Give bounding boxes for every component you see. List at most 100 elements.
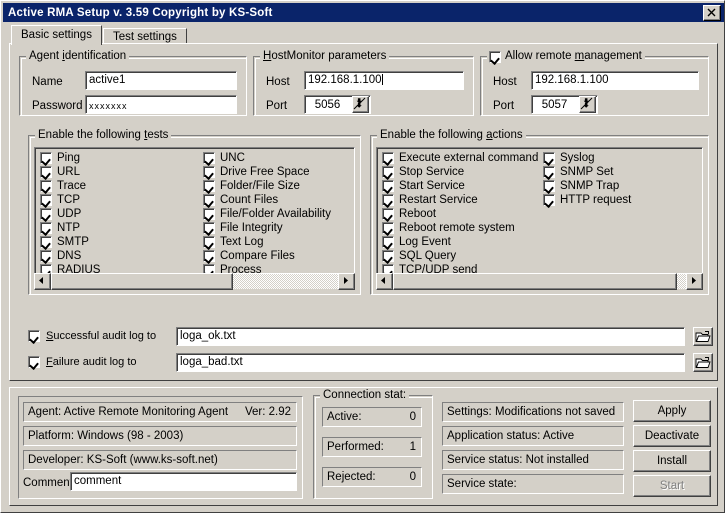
action-checkbox[interactable] — [382, 166, 394, 178]
test-item[interactable]: Text Log — [203, 235, 331, 249]
test-checkbox[interactable] — [40, 166, 52, 178]
rm-host-input[interactable]: 192.168.1.100 — [531, 71, 699, 90]
test-checkbox[interactable] — [203, 208, 215, 220]
test-item[interactable]: Ping — [40, 151, 100, 165]
actions-listbox[interactable]: Execute external command Stop Service Star… — [376, 147, 703, 274]
install-button[interactable]: Install — [633, 450, 711, 472]
test-checkbox[interactable] — [40, 208, 52, 220]
test-item[interactable]: TCP — [40, 193, 100, 207]
action-checkbox[interactable] — [382, 208, 394, 220]
tests-listbox[interactable]: Ping URL Trace TCP UDP NTP SMTP DNS RADIUS UNC Dr… — [34, 147, 355, 274]
test-item[interactable]: File Integrity — [203, 221, 331, 235]
tab-basic-settings[interactable]: Basic settings — [11, 25, 102, 45]
action-checkbox[interactable] — [382, 250, 394, 262]
test-item[interactable]: DNS — [40, 249, 100, 263]
actions-group: Enable the following actions Execute ext… — [370, 129, 709, 295]
actions-scroll-right-button[interactable] — [686, 273, 703, 290]
comment-input[interactable]: comment — [70, 472, 297, 491]
close-button[interactable] — [703, 4, 721, 21]
successful-audit-log-checkbox[interactable] — [28, 330, 40, 342]
test-checkbox[interactable] — [40, 236, 52, 248]
action-checkbox[interactable] — [543, 166, 555, 178]
action-item[interactable]: HTTP request — [543, 193, 631, 207]
rm-port-spin-buttons[interactable] — [579, 96, 596, 113]
successful-audit-log-toggle[interactable]: Successful audit log to — [28, 330, 168, 342]
action-checkbox[interactable] — [382, 180, 394, 192]
action-item[interactable]: Restart Service — [382, 193, 538, 207]
actions-scroll-thumb[interactable] — [393, 273, 677, 290]
hm-host-input[interactable]: 192.168.1.100 — [304, 71, 464, 90]
action-item[interactable]: Syslog — [543, 151, 631, 165]
test-checkbox[interactable] — [40, 222, 52, 234]
test-item[interactable]: NTP — [40, 221, 100, 235]
test-checkbox[interactable] — [203, 152, 215, 164]
action-item[interactable]: SQL Query — [382, 249, 538, 263]
failure-audit-log-toggle[interactable]: Failure audit log to — [28, 356, 168, 368]
action-item[interactable]: Reboot — [382, 207, 538, 221]
action-checkbox[interactable] — [543, 194, 555, 206]
action-item[interactable]: Reboot remote system — [382, 221, 538, 235]
action-item[interactable]: Stop Service — [382, 165, 538, 179]
failure-audit-log-checkbox[interactable] — [28, 356, 40, 368]
test-checkbox[interactable] — [40, 194, 52, 206]
action-checkbox[interactable] — [543, 152, 555, 164]
actions-hscrollbar[interactable] — [376, 273, 703, 290]
action-label: Syslog — [560, 152, 595, 164]
tests-scroll-left-button[interactable] — [34, 273, 51, 290]
apply-button[interactable]: Apply — [633, 400, 711, 422]
action-label: Log Event — [399, 236, 451, 248]
test-checkbox[interactable] — [203, 194, 215, 206]
successful-audit-log-input[interactable]: loga_ok.txt — [176, 326, 685, 346]
test-checkbox[interactable] — [203, 180, 215, 192]
successful-audit-log-browse-button[interactable] — [693, 326, 713, 346]
remote-management-legend[interactable]: Allow remote management — [487, 50, 645, 63]
test-checkbox[interactable] — [203, 250, 215, 262]
action-checkbox[interactable] — [543, 180, 555, 192]
hm-port-spinner[interactable]: 5056 — [304, 95, 371, 114]
remote-management-legend-label: Allow remote management — [505, 50, 642, 62]
tests-scroll-right-button[interactable] — [338, 273, 355, 290]
action-checkbox[interactable] — [382, 222, 394, 234]
agent-identification-group: Agent identification Name active1 Passwo… — [19, 50, 247, 116]
action-label: SQL Query — [399, 250, 457, 262]
test-item[interactable]: Count Files — [203, 193, 331, 207]
failure-audit-log-input[interactable]: loga_bad.txt — [176, 352, 685, 372]
hm-port-spin-buttons[interactable] — [352, 96, 369, 113]
test-checkbox[interactable] — [40, 180, 52, 192]
test-item[interactable]: UDP — [40, 207, 100, 221]
action-item[interactable]: SNMP Set — [543, 165, 631, 179]
action-item[interactable]: Execute external command — [382, 151, 538, 165]
test-checkbox[interactable] — [40, 250, 52, 262]
action-item[interactable]: SNMP Trap — [543, 179, 631, 193]
test-item[interactable]: Compare Files — [203, 249, 331, 263]
test-checkbox[interactable] — [40, 152, 52, 164]
test-label: Drive Free Space — [220, 166, 310, 178]
test-item[interactable]: Drive Free Space — [203, 165, 331, 179]
action-item[interactable]: Start Service — [382, 179, 538, 193]
action-checkbox[interactable] — [382, 152, 394, 164]
actions-scroll-left-button[interactable] — [376, 273, 393, 290]
test-label: Trace — [57, 180, 86, 192]
test-label: DNS — [57, 250, 82, 262]
rm-port-spinner[interactable]: 5057 — [531, 95, 598, 114]
allow-remote-management-checkbox[interactable] — [489, 50, 501, 63]
tests-hscrollbar[interactable] — [34, 273, 355, 290]
test-item[interactable]: Folder/File Size — [203, 179, 331, 193]
action-item[interactable]: Log Event — [382, 235, 538, 249]
test-checkbox[interactable] — [203, 166, 215, 178]
action-checkbox[interactable] — [382, 236, 394, 248]
test-item[interactable]: Trace — [40, 179, 100, 193]
deactivate-button[interactable]: Deactivate — [633, 425, 711, 447]
test-item[interactable]: SMTP — [40, 235, 100, 249]
agent-name-input[interactable]: active1 — [85, 71, 237, 90]
test-item[interactable]: File/Folder Availability — [203, 207, 331, 221]
failure-audit-log-browse-button[interactable] — [693, 352, 713, 372]
agent-password-input[interactable]: xxxxxxx — [85, 95, 237, 114]
tests-scroll-thumb[interactable] — [51, 273, 233, 290]
tab-strip: Basic settings Test settings — [11, 25, 188, 45]
test-checkbox[interactable] — [203, 222, 215, 234]
test-item[interactable]: URL — [40, 165, 100, 179]
action-checkbox[interactable] — [382, 194, 394, 206]
test-checkbox[interactable] — [203, 236, 215, 248]
test-item[interactable]: UNC — [203, 151, 331, 165]
